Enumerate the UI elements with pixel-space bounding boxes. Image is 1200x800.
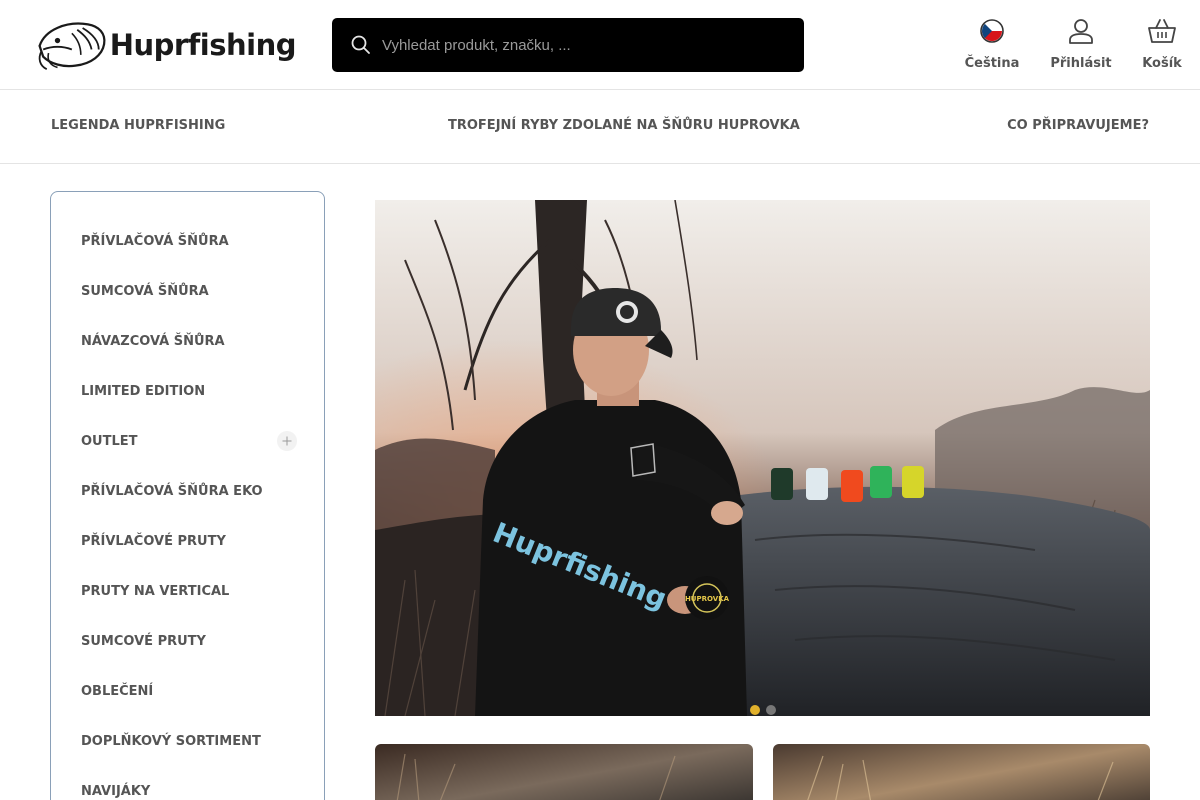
- banner-photo-1: [375, 744, 753, 800]
- sidebar-item-privlacova-snura-eko[interactable]: PŘÍVLAČOVÁ ŠŇŮRA EKO: [81, 466, 297, 516]
- site-header: Huprfishing Čeština: [0, 0, 1200, 90]
- sidebar-item-doplnkovy-sortiment[interactable]: DOPLŇKOVÝ SORTIMENT: [81, 716, 297, 766]
- czech-flag-icon: [977, 14, 1007, 48]
- main-nav: LEGENDA HUPRFISHING TROFEJNÍ RYBY ZDOLAN…: [0, 91, 1200, 164]
- sidebar-item-sumcove-pruty[interactable]: SUMCOVÉ PRUTY: [81, 616, 297, 666]
- catfish-logo-icon: [38, 22, 106, 71]
- promo-banner-1[interactable]: [375, 744, 753, 800]
- sidebar-item-limited-edition[interactable]: LIMITED EDITION: [81, 366, 297, 416]
- login-label: Přihlásit: [1050, 56, 1112, 71]
- sidebar-item-obleceni[interactable]: OBLEČENÍ: [81, 666, 297, 716]
- search-input[interactable]: [382, 36, 782, 54]
- nav-item-trofejni-ryby[interactable]: TROFEJNÍ RYBY ZDOLANÉ NA ŠŇŮRU HUPROVKA: [448, 118, 800, 133]
- sidebar-item-outlet[interactable]: OUTLET: [81, 416, 297, 466]
- search-icon[interactable]: [350, 34, 372, 56]
- login-button[interactable]: Přihlásit: [1046, 14, 1116, 71]
- sidebar-item-label: OUTLET: [81, 433, 138, 449]
- nav-item-legenda[interactable]: LEGENDA HUPRFISHING: [51, 118, 225, 133]
- basket-icon: [1147, 14, 1177, 48]
- language-label: Čeština: [964, 56, 1020, 71]
- search-bar: [332, 18, 804, 72]
- sidebar-item-privlacova-snura[interactable]: PŘÍVLAČOVÁ ŠŇŮRA: [81, 216, 297, 266]
- slider-dot-1[interactable]: [749, 705, 760, 715]
- sidebar-item-navazcova-snura[interactable]: NÁVAZCOVÁ ŠŇŮRA: [81, 316, 297, 366]
- plus-icon[interactable]: [277, 431, 297, 451]
- logo-link[interactable]: Huprfishing: [36, 16, 297, 74]
- cart-button[interactable]: Košík: [1136, 14, 1188, 71]
- sidebar-item-privlacove-pruty[interactable]: PŘÍVLAČOVÉ PRUTY: [81, 516, 297, 566]
- sidebar-item-pruty-na-vertical[interactable]: PRUTY NA VERTICAL: [81, 566, 297, 616]
- user-icon: [1066, 14, 1096, 48]
- language-selector[interactable]: Čeština: [958, 14, 1026, 71]
- nav-item-co-pripravujeme[interactable]: CO PŘIPRAVUJEME?: [1007, 118, 1149, 133]
- logo-text: Huprfishing: [109, 28, 297, 62]
- slider-dot-2[interactable]: [765, 705, 776, 715]
- spool-label-text: HUPROVKA: [685, 595, 730, 603]
- hero-slider[interactable]: HUPROVKA Huprfishing: [375, 191, 1150, 724]
- hero-photo[interactable]: HUPROVKA Huprfishing: [375, 200, 1150, 716]
- slider-dots: [375, 705, 1150, 715]
- banner-photo-2: [773, 744, 1150, 800]
- promo-banner-2[interactable]: [773, 744, 1150, 800]
- cart-label: Košík: [1142, 56, 1182, 71]
- category-sidebar: PŘÍVLAČOVÁ ŠŇŮRA SUMCOVÁ ŠŇŮRA NÁVAZCOVÁ…: [50, 191, 325, 800]
- sidebar-item-navijaky[interactable]: NAVIJÁKY: [81, 766, 297, 800]
- sidebar-item-sumcova-snura[interactable]: SUMCOVÁ ŠŇŮRA: [81, 266, 297, 316]
